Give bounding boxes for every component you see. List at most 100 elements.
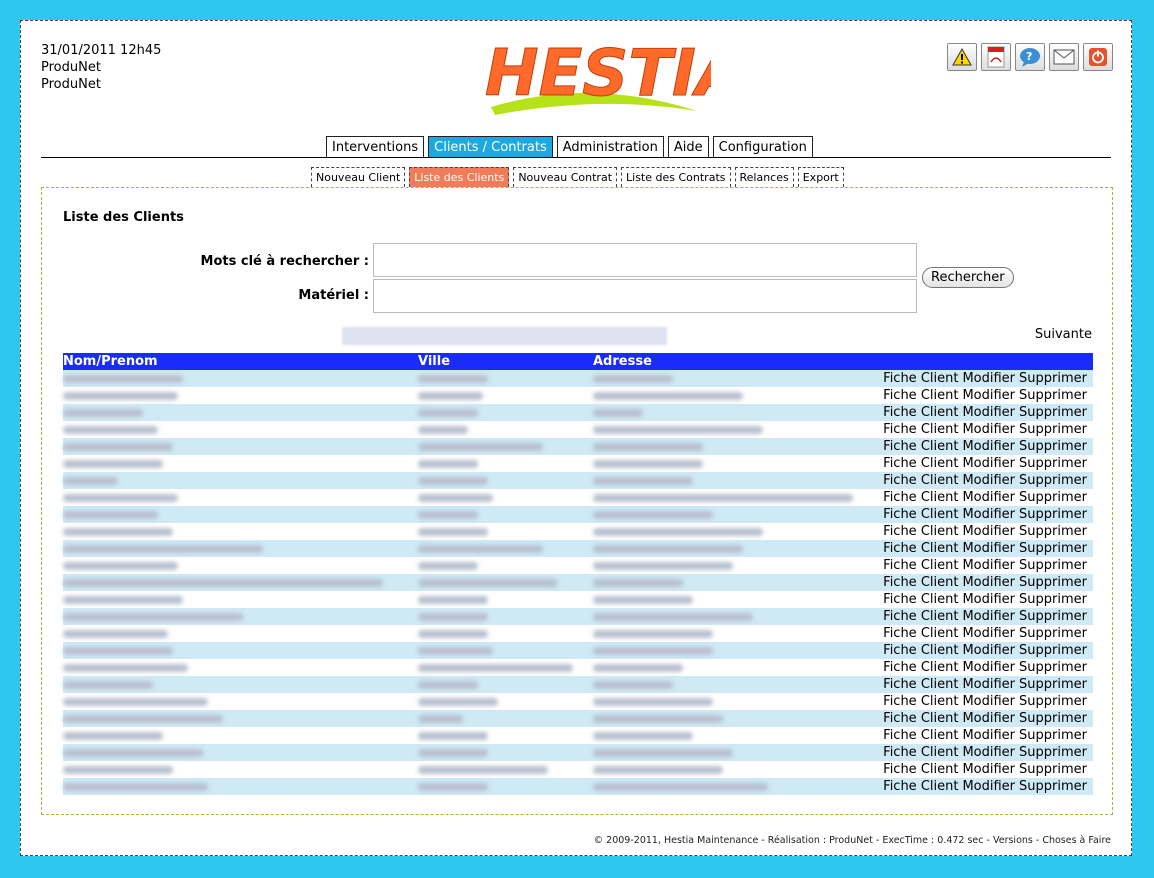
- keywords-field[interactable]: [373, 243, 917, 277]
- fiche-client-link[interactable]: Fiche Client: [883, 609, 958, 624]
- tab-interventions[interactable]: Interventions: [326, 136, 425, 158]
- supprimer-link[interactable]: Supprimer: [1019, 439, 1087, 454]
- fiche-client-link[interactable]: Fiche Client: [883, 575, 958, 590]
- fiche-client-link[interactable]: Fiche Client: [883, 473, 958, 488]
- modifier-link[interactable]: Modifier: [962, 439, 1015, 454]
- modifier-link[interactable]: Modifier: [962, 405, 1015, 420]
- supprimer-link[interactable]: Supprimer: [1019, 388, 1087, 403]
- pdf-icon[interactable]: [981, 43, 1011, 71]
- modifier-link[interactable]: Modifier: [962, 643, 1015, 658]
- modifier-link[interactable]: Modifier: [962, 626, 1015, 641]
- fiche-client-link[interactable]: Fiche Client: [883, 507, 958, 522]
- supprimer-link[interactable]: Supprimer: [1019, 575, 1087, 590]
- modifier-link[interactable]: Modifier: [962, 507, 1015, 522]
- fiche-client-link[interactable]: Fiche Client: [883, 762, 958, 777]
- column-header-nom[interactable]: Nom/Prenom: [63, 353, 418, 370]
- supprimer-link[interactable]: Supprimer: [1019, 456, 1087, 471]
- material-field[interactable]: [373, 279, 917, 313]
- modifier-link[interactable]: Modifier: [962, 473, 1015, 488]
- supprimer-link[interactable]: Supprimer: [1019, 473, 1087, 488]
- modifier-link[interactable]: Modifier: [962, 677, 1015, 692]
- modifier-link[interactable]: Modifier: [962, 541, 1015, 556]
- fiche-client-link[interactable]: Fiche Client: [883, 558, 958, 573]
- supprimer-link[interactable]: Supprimer: [1019, 677, 1087, 692]
- modifier-link[interactable]: Modifier: [962, 592, 1015, 607]
- modifier-link[interactable]: Modifier: [962, 745, 1015, 760]
- fiche-client-link[interactable]: Fiche Client: [883, 779, 958, 794]
- search-button[interactable]: Rechercher: [922, 267, 1014, 288]
- subtab-liste-contrats[interactable]: Liste des Contrats: [621, 167, 731, 187]
- tab-administration[interactable]: Administration: [556, 136, 664, 158]
- supprimer-link[interactable]: Supprimer: [1019, 609, 1087, 624]
- modifier-link[interactable]: Modifier: [962, 388, 1015, 403]
- fiche-client-link[interactable]: Fiche Client: [883, 694, 958, 709]
- modifier-link[interactable]: Modifier: [962, 371, 1015, 386]
- fiche-client-link[interactable]: Fiche Client: [883, 643, 958, 658]
- tab-aide[interactable]: Aide: [667, 136, 709, 158]
- supprimer-link[interactable]: Supprimer: [1019, 490, 1087, 505]
- supprimer-link[interactable]: Supprimer: [1019, 371, 1087, 386]
- modifier-link[interactable]: Modifier: [962, 490, 1015, 505]
- subtab-nouveau-contrat[interactable]: Nouveau Contrat: [513, 167, 618, 187]
- next-page-link[interactable]: Suivante: [1035, 327, 1092, 342]
- supprimer-link[interactable]: Supprimer: [1019, 779, 1087, 794]
- supprimer-link[interactable]: Supprimer: [1019, 711, 1087, 726]
- supprimer-link[interactable]: Supprimer: [1019, 694, 1087, 709]
- fiche-client-link[interactable]: Fiche Client: [883, 388, 958, 403]
- fiche-client-link[interactable]: Fiche Client: [883, 490, 958, 505]
- help-icon[interactable]: ?: [1015, 43, 1045, 71]
- subtab-liste-clients[interactable]: Liste des Clients: [409, 167, 510, 187]
- modifier-link[interactable]: Modifier: [962, 728, 1015, 743]
- supprimer-link[interactable]: Supprimer: [1019, 762, 1087, 777]
- modifier-link[interactable]: Modifier: [962, 660, 1015, 675]
- keywords-input[interactable]: [374, 244, 916, 276]
- modifier-link[interactable]: Modifier: [962, 762, 1015, 777]
- supprimer-link[interactable]: Supprimer: [1019, 558, 1087, 573]
- supprimer-link[interactable]: Supprimer: [1019, 524, 1087, 539]
- fiche-client-link[interactable]: Fiche Client: [883, 728, 958, 743]
- modifier-link[interactable]: Modifier: [962, 779, 1015, 794]
- supprimer-link[interactable]: Supprimer: [1019, 660, 1087, 675]
- modifier-link[interactable]: Modifier: [962, 456, 1015, 471]
- fiche-client-link[interactable]: Fiche Client: [883, 711, 958, 726]
- supprimer-link[interactable]: Supprimer: [1019, 422, 1087, 437]
- subtab-export[interactable]: Export: [797, 167, 844, 187]
- fiche-client-link[interactable]: Fiche Client: [883, 541, 958, 556]
- warning-icon[interactable]: [947, 43, 977, 71]
- fiche-client-link[interactable]: Fiche Client: [883, 456, 958, 471]
- column-header-adresse[interactable]: Adresse: [593, 353, 862, 370]
- tab-clients-contrats[interactable]: Clients / Contrats: [428, 136, 553, 158]
- supprimer-link[interactable]: Supprimer: [1019, 541, 1087, 556]
- fiche-client-link[interactable]: Fiche Client: [883, 405, 958, 420]
- supprimer-link[interactable]: Supprimer: [1019, 405, 1087, 420]
- modifier-link[interactable]: Modifier: [962, 711, 1015, 726]
- fiche-client-link[interactable]: Fiche Client: [883, 660, 958, 675]
- supprimer-link[interactable]: Supprimer: [1019, 626, 1087, 641]
- supprimer-link[interactable]: Supprimer: [1019, 643, 1087, 658]
- modifier-link[interactable]: Modifier: [962, 609, 1015, 624]
- mail-icon[interactable]: [1049, 43, 1079, 71]
- modifier-link[interactable]: Modifier: [962, 575, 1015, 590]
- modifier-link[interactable]: Modifier: [962, 422, 1015, 437]
- fiche-client-link[interactable]: Fiche Client: [883, 439, 958, 454]
- fiche-client-link[interactable]: Fiche Client: [883, 524, 958, 539]
- supprimer-link[interactable]: Supprimer: [1019, 592, 1087, 607]
- modifier-link[interactable]: Modifier: [962, 694, 1015, 709]
- supprimer-link[interactable]: Supprimer: [1019, 507, 1087, 522]
- material-input[interactable]: [374, 280, 916, 312]
- fiche-client-link[interactable]: Fiche Client: [883, 677, 958, 692]
- fiche-client-link[interactable]: Fiche Client: [883, 371, 958, 386]
- subtab-relances[interactable]: Relances: [734, 167, 794, 187]
- power-icon[interactable]: [1083, 43, 1113, 71]
- subtab-nouveau-client[interactable]: Nouveau Client: [311, 167, 406, 187]
- supprimer-link[interactable]: Supprimer: [1019, 728, 1087, 743]
- tab-configuration[interactable]: Configuration: [712, 136, 813, 158]
- fiche-client-link[interactable]: Fiche Client: [883, 745, 958, 760]
- fiche-client-link[interactable]: Fiche Client: [883, 592, 958, 607]
- modifier-link[interactable]: Modifier: [962, 524, 1015, 539]
- fiche-client-link[interactable]: Fiche Client: [883, 626, 958, 641]
- modifier-link[interactable]: Modifier: [962, 558, 1015, 573]
- column-header-ville[interactable]: Ville: [418, 353, 593, 370]
- supprimer-link[interactable]: Supprimer: [1019, 745, 1087, 760]
- fiche-client-link[interactable]: Fiche Client: [883, 422, 958, 437]
